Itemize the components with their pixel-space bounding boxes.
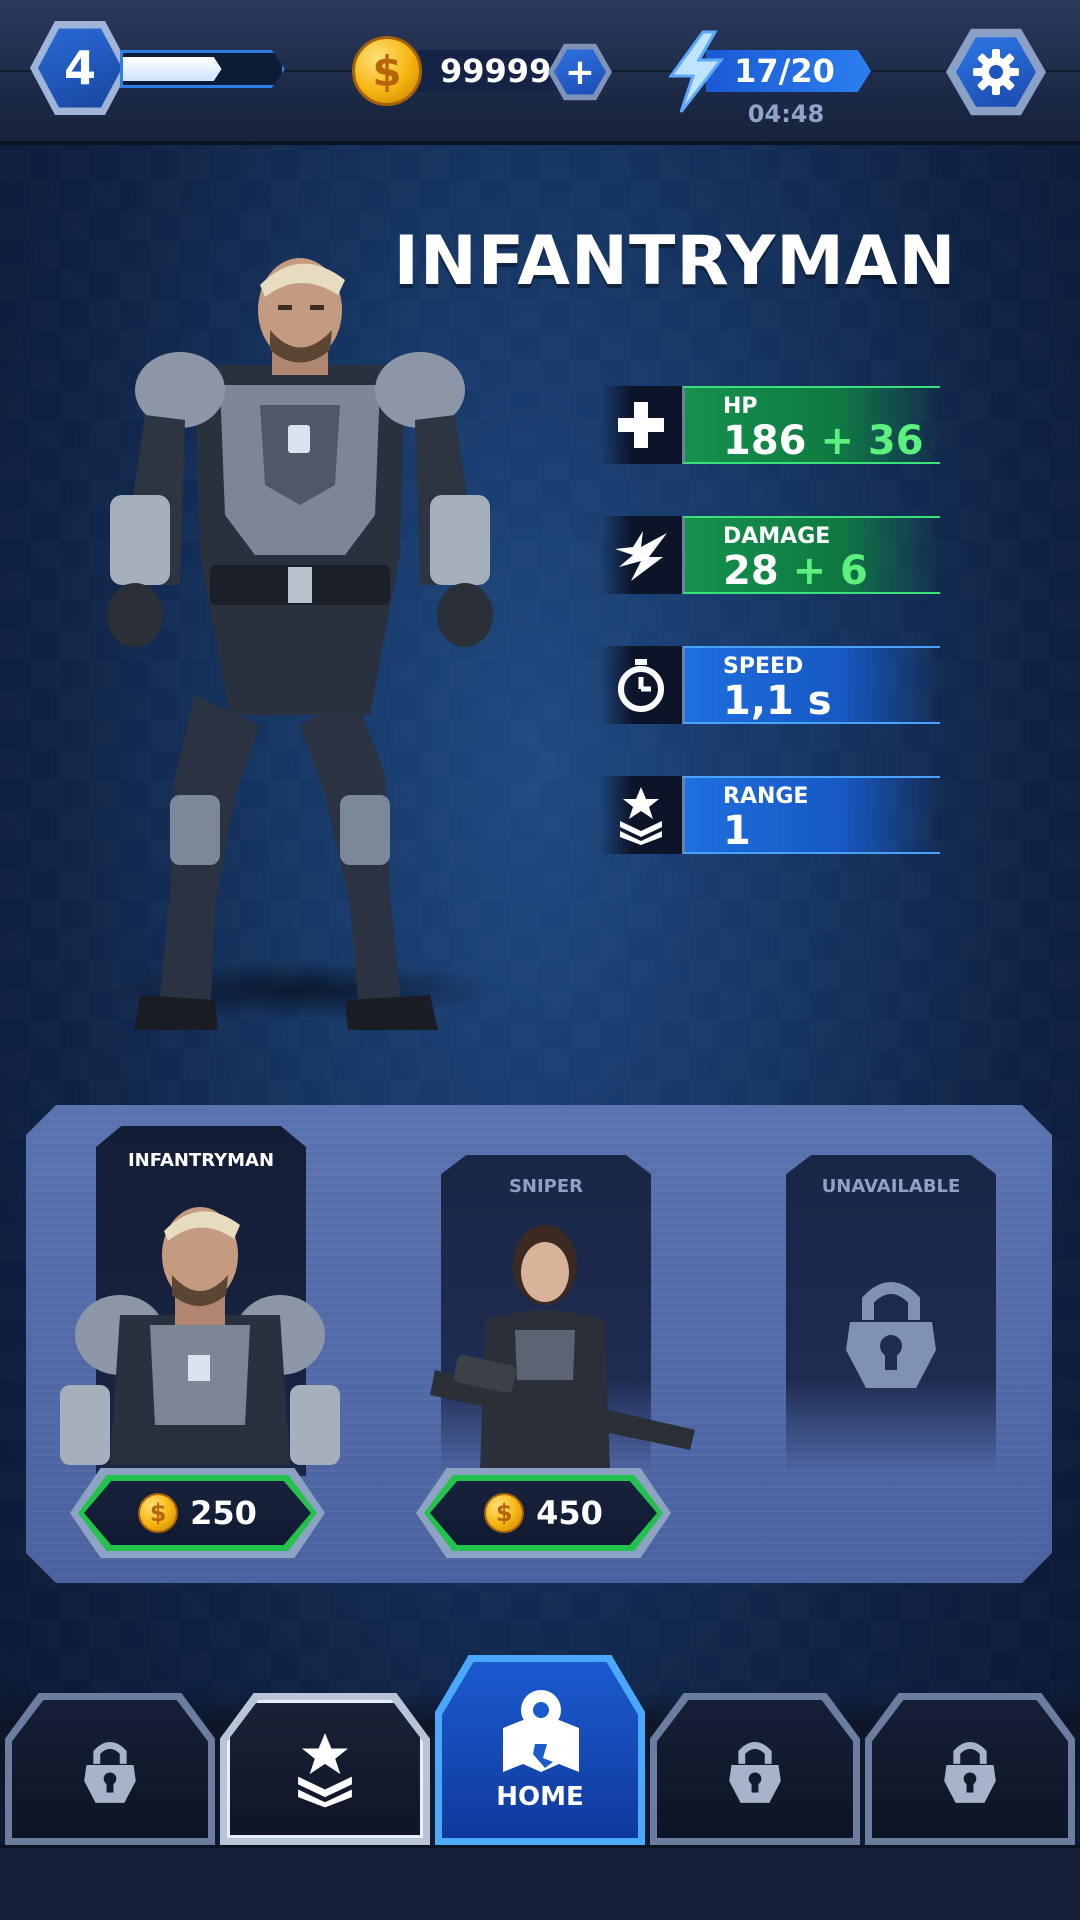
stat-row-speed: SPEED 1,1 s	[600, 646, 940, 724]
stat-label: SPEED	[723, 654, 804, 679]
rank-icon	[298, 1733, 352, 1808]
stat-bonus-value: + 6	[792, 548, 868, 594]
stat-row-hp: HP 186 + 36	[600, 386, 940, 464]
stat-value: 186 + 36	[723, 418, 924, 464]
stat-panel: SPEED 1,1 s	[682, 646, 940, 724]
gear-icon	[973, 49, 1019, 95]
stat-value: 1	[723, 808, 751, 854]
stat-value: 1,1 s	[723, 678, 832, 724]
energy-count: 17/20	[734, 52, 835, 90]
unit-price: 250	[190, 1494, 257, 1532]
padlock-icon	[846, 1282, 936, 1388]
stat-row-damage: DAMAGE 28 + 6	[600, 516, 940, 594]
stat-label: DAMAGE	[723, 524, 831, 549]
stat-panel: HP 186 + 36	[682, 386, 940, 464]
padlock-icon	[729, 1742, 781, 1803]
nav-tab-locked-3[interactable]	[865, 1693, 1075, 1845]
nav-tab-locked-1[interactable]	[5, 1693, 215, 1845]
buy-sniper-button[interactable]: $ 450	[416, 1468, 671, 1558]
stat-bonus-value: + 36	[820, 418, 924, 464]
damage-icon	[600, 516, 682, 594]
rank-icon	[600, 776, 682, 854]
stat-panel: DAMAGE 28 + 6	[682, 516, 940, 594]
coin-icon: $	[484, 1493, 525, 1533]
plus-icon	[600, 386, 682, 464]
stat-base-value: 28	[723, 548, 779, 594]
stat-row-range: RANGE 1	[600, 776, 940, 854]
unit-card-title: INFANTRYMAN	[127, 1150, 275, 1171]
stat-label: RANGE	[723, 784, 809, 809]
stopwatch-icon	[600, 646, 682, 724]
padlock-icon	[84, 1742, 136, 1803]
xp-progress-bar	[120, 50, 285, 88]
price-display: $ 450	[430, 1481, 657, 1545]
bottom-nav-base	[0, 1845, 1080, 1920]
nav-home-label: HOME	[496, 1782, 584, 1812]
infantryman-character-art	[107, 258, 493, 1030]
stat-value: 28 + 6	[723, 548, 868, 594]
sniper-portrait	[430, 1225, 695, 1470]
unit-card-title: SNIPER	[508, 1176, 584, 1197]
price-display: $ 250	[84, 1481, 311, 1545]
energy-timer: 04:48	[747, 100, 825, 128]
coin-icon: $	[352, 36, 422, 106]
map-pin-icon	[503, 1690, 579, 1772]
unit-price: 450	[536, 1494, 603, 1532]
unit-card-title: UNAVAILABLE	[821, 1176, 961, 1197]
level-number: 4	[63, 41, 96, 95]
padlock-icon	[944, 1742, 996, 1803]
xp-progress-fill	[123, 57, 222, 81]
nav-tab-rank[interactable]	[220, 1693, 430, 1845]
nav-tab-home[interactable]: HOME	[435, 1655, 645, 1845]
infantryman-portrait	[60, 1207, 340, 1465]
stat-panel: RANGE 1	[682, 776, 940, 854]
stat-base-value: 186	[723, 418, 807, 464]
coin-icon: $	[138, 1493, 179, 1533]
nav-tab-locked-2[interactable]	[650, 1693, 860, 1845]
plus-icon: +	[564, 51, 596, 93]
buy-infantryman-button[interactable]: $ 250	[70, 1468, 325, 1558]
stat-label: HP	[723, 394, 758, 419]
